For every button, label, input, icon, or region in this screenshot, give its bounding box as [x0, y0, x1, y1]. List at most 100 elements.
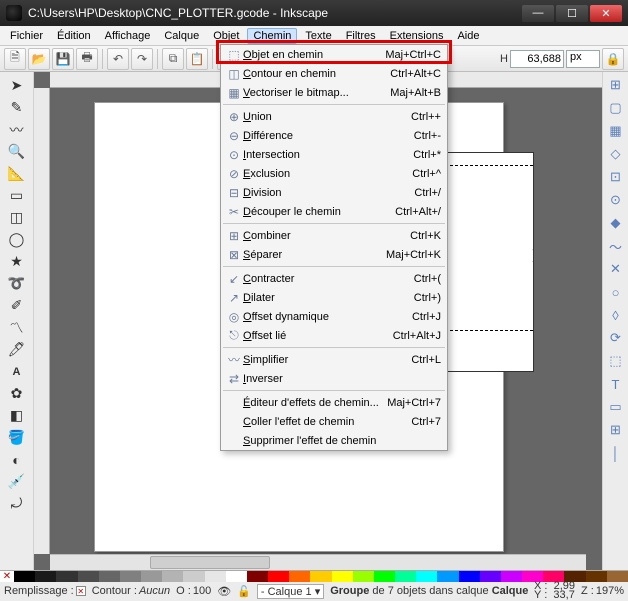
menu-aide[interactable]: Aide	[451, 28, 485, 44]
menu-objet[interactable]: Objet	[207, 28, 245, 44]
color-swatch[interactable]	[78, 571, 99, 582]
new-file-icon[interactable]: 🗎	[4, 48, 26, 70]
layer-visibility-icon[interactable]: 👁	[217, 585, 231, 598]
pencil-tool-icon[interactable]: ✐	[5, 295, 29, 316]
ellipse-tool-icon[interactable]: ◯	[5, 229, 29, 250]
menu-item[interactable]: 〰SimplifierCtrl+L	[221, 350, 447, 369]
menu-item[interactable]: ⊟DivisionCtrl+/	[221, 183, 447, 202]
color-swatch[interactable]	[607, 571, 628, 582]
color-swatch[interactable]	[480, 571, 501, 582]
menu-filtres[interactable]: Filtres	[340, 28, 382, 44]
snap-text-icon[interactable]: T	[606, 374, 626, 394]
menu-item[interactable]: ⊞CombinerCtrl+K	[221, 226, 447, 245]
redo-icon[interactable]: ↷	[131, 48, 153, 70]
snap-page-icon[interactable]: ▭	[606, 397, 626, 417]
snap-bbox-icon[interactable]: ▢	[606, 98, 626, 118]
bezier-tool-icon[interactable]: 〽	[5, 317, 29, 338]
color-swatch[interactable]	[374, 571, 395, 582]
color-swatch[interactable]	[14, 571, 35, 582]
menu-item[interactable]: ⊘ExclusionCtrl+^	[221, 164, 447, 183]
tweak-tool-icon[interactable]: 〰	[5, 119, 29, 140]
layer-lock-icon[interactable]: 🔓	[237, 585, 251, 598]
horizontal-scrollbar[interactable]	[50, 554, 586, 570]
snap-edge-icon[interactable]: ▦	[606, 121, 626, 141]
measure-tool-icon[interactable]: 📐	[5, 163, 29, 184]
connector-tool-icon[interactable]: ⤾	[5, 493, 29, 514]
menu-calque[interactable]: Calque	[158, 28, 205, 44]
menu-item[interactable]: ✂Découper le cheminCtrl+Alt+/	[221, 202, 447, 221]
spray-tool-icon[interactable]: ✿	[5, 383, 29, 404]
menu-item[interactable]: ↙ContracterCtrl+(	[221, 269, 447, 288]
color-swatch[interactable]	[289, 571, 310, 582]
unit-select[interactable]: px	[566, 50, 600, 68]
menu-item[interactable]: ◎Offset dynamiqueCtrl+J	[221, 307, 447, 326]
selection-handle[interactable]: ➤	[530, 243, 534, 268]
color-swatch[interactable]	[247, 571, 268, 582]
color-swatch[interactable]	[226, 571, 247, 582]
color-swatch[interactable]	[205, 571, 226, 582]
selection-handle[interactable]: ↘	[530, 314, 534, 339]
menu-item[interactable]: ⊙IntersectionCtrl+*	[221, 145, 447, 164]
menu-item[interactable]: ↗DilaterCtrl+)	[221, 288, 447, 307]
snap-center-icon[interactable]: ⊙	[606, 190, 626, 210]
color-swatch[interactable]	[141, 571, 162, 582]
copy-icon[interactable]: ⧉	[162, 48, 184, 70]
snap-enable-icon[interactable]: ⊞	[606, 75, 626, 95]
snap-midpoint-icon[interactable]: ⊡	[606, 167, 626, 187]
color-swatch[interactable]	[268, 571, 289, 582]
snap-intersection-icon[interactable]: ✕	[606, 259, 626, 279]
menu-extensions[interactable]: Extensions	[384, 28, 450, 44]
menu-item[interactable]: Éditeur d'effets de chemin...Maj+Ctrl+7	[221, 393, 447, 412]
color-swatch[interactable]	[35, 571, 56, 582]
zoom-value[interactable]: 197%	[596, 585, 624, 597]
color-swatch[interactable]	[437, 571, 458, 582]
selector-tool-icon[interactable]: ➤	[5, 75, 29, 96]
menu-item[interactable]: ⎋Offset liéCtrl+Alt+J	[221, 326, 447, 345]
maximize-button[interactable]: ☐	[556, 5, 588, 22]
color-swatch[interactable]	[332, 571, 353, 582]
swatch-none[interactable]	[0, 571, 14, 582]
scrollbar-thumb[interactable]	[150, 556, 270, 569]
color-swatch[interactable]	[183, 571, 204, 582]
color-swatch[interactable]	[586, 571, 607, 582]
fill-swatch[interactable]	[76, 586, 86, 596]
snap-rotation-icon[interactable]: ⟳	[606, 328, 626, 348]
menu-item[interactable]: ▦Vectoriser le bitmap...Maj+Alt+B	[221, 83, 447, 102]
3dbox-tool-icon[interactable]: ◫	[5, 207, 29, 228]
color-swatch[interactable]	[310, 571, 331, 582]
print-icon[interactable]: 🖶	[76, 48, 98, 70]
paste-icon[interactable]: 📋	[186, 48, 208, 70]
color-swatch[interactable]	[501, 571, 522, 582]
menu-item[interactable]: Supprimer l'effet de chemin	[221, 431, 447, 450]
menu-item[interactable]: ⇄Inverser	[221, 369, 447, 388]
calligraphy-tool-icon[interactable]: 🖊	[5, 339, 29, 360]
node-tool-icon[interactable]: ✎	[5, 97, 29, 118]
snap-guide-icon[interactable]: │	[606, 443, 626, 463]
text-tool-icon[interactable]: A	[5, 361, 29, 382]
layer-select[interactable]: - Calque 1 ▾	[257, 584, 324, 599]
menu-texte[interactable]: Texte	[299, 28, 337, 44]
snap-smooth-icon[interactable]: ○	[606, 282, 626, 302]
zoom-tool-icon[interactable]: 🔍	[5, 141, 29, 162]
menu-affichage[interactable]: Affichage	[99, 28, 157, 44]
lock-icon[interactable]: 🔒	[602, 48, 624, 70]
save-file-icon[interactable]: 💾	[52, 48, 74, 70]
snap-object-icon[interactable]: ⬚	[606, 351, 626, 371]
menu-fichier[interactable]: Fichier	[4, 28, 49, 44]
menu-item[interactable]: Coller l'effet de cheminCtrl+7	[221, 412, 447, 431]
open-file-icon[interactable]: 📂	[28, 48, 50, 70]
color-swatch[interactable]	[459, 571, 480, 582]
color-swatch[interactable]	[395, 571, 416, 582]
paintbucket-tool-icon[interactable]: 🪣	[5, 427, 29, 448]
color-swatch[interactable]	[353, 571, 374, 582]
gradient-tool-icon[interactable]: ◐	[5, 449, 29, 470]
color-swatch[interactable]	[99, 571, 120, 582]
spiral-tool-icon[interactable]: ➰	[5, 273, 29, 294]
color-swatch[interactable]	[56, 571, 77, 582]
menu-item[interactable]: ⊠SéparerMaj+Ctrl+K	[221, 245, 447, 264]
rectangle-tool-icon[interactable]: ▭	[5, 185, 29, 206]
star-tool-icon[interactable]: ★	[5, 251, 29, 272]
snap-grid-icon[interactable]: ⊞	[606, 420, 626, 440]
snap-cusp-icon[interactable]: ◊	[606, 305, 626, 325]
menu-edition[interactable]: Édition	[51, 28, 97, 44]
